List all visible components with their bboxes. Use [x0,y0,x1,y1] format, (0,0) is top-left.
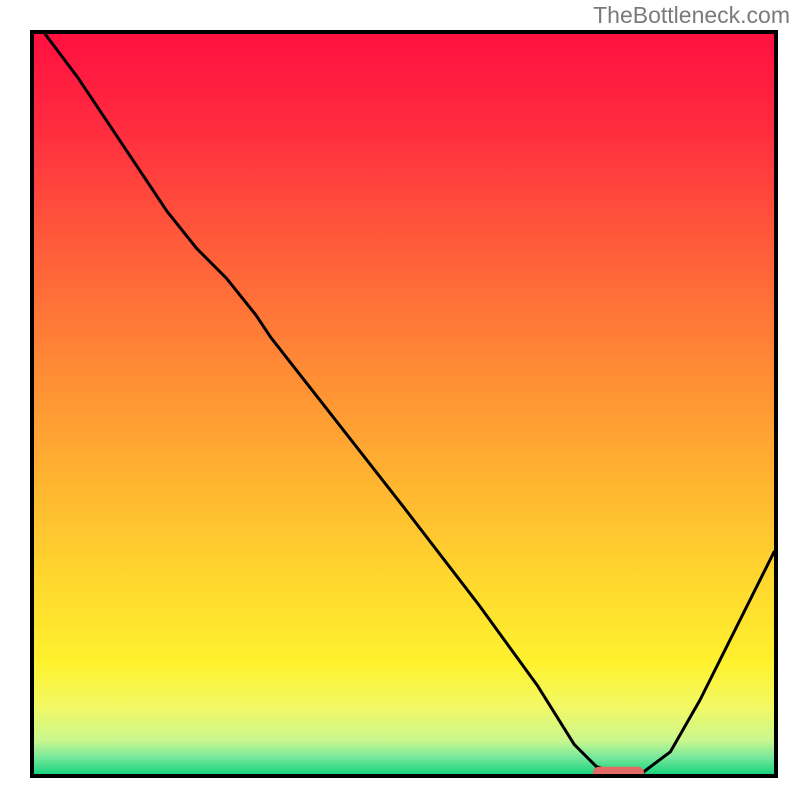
optimal-range-marker [593,767,645,778]
chart-frame [30,30,778,778]
watermark-text: TheBottleneck.com [593,2,790,29]
chart-line [34,34,774,774]
